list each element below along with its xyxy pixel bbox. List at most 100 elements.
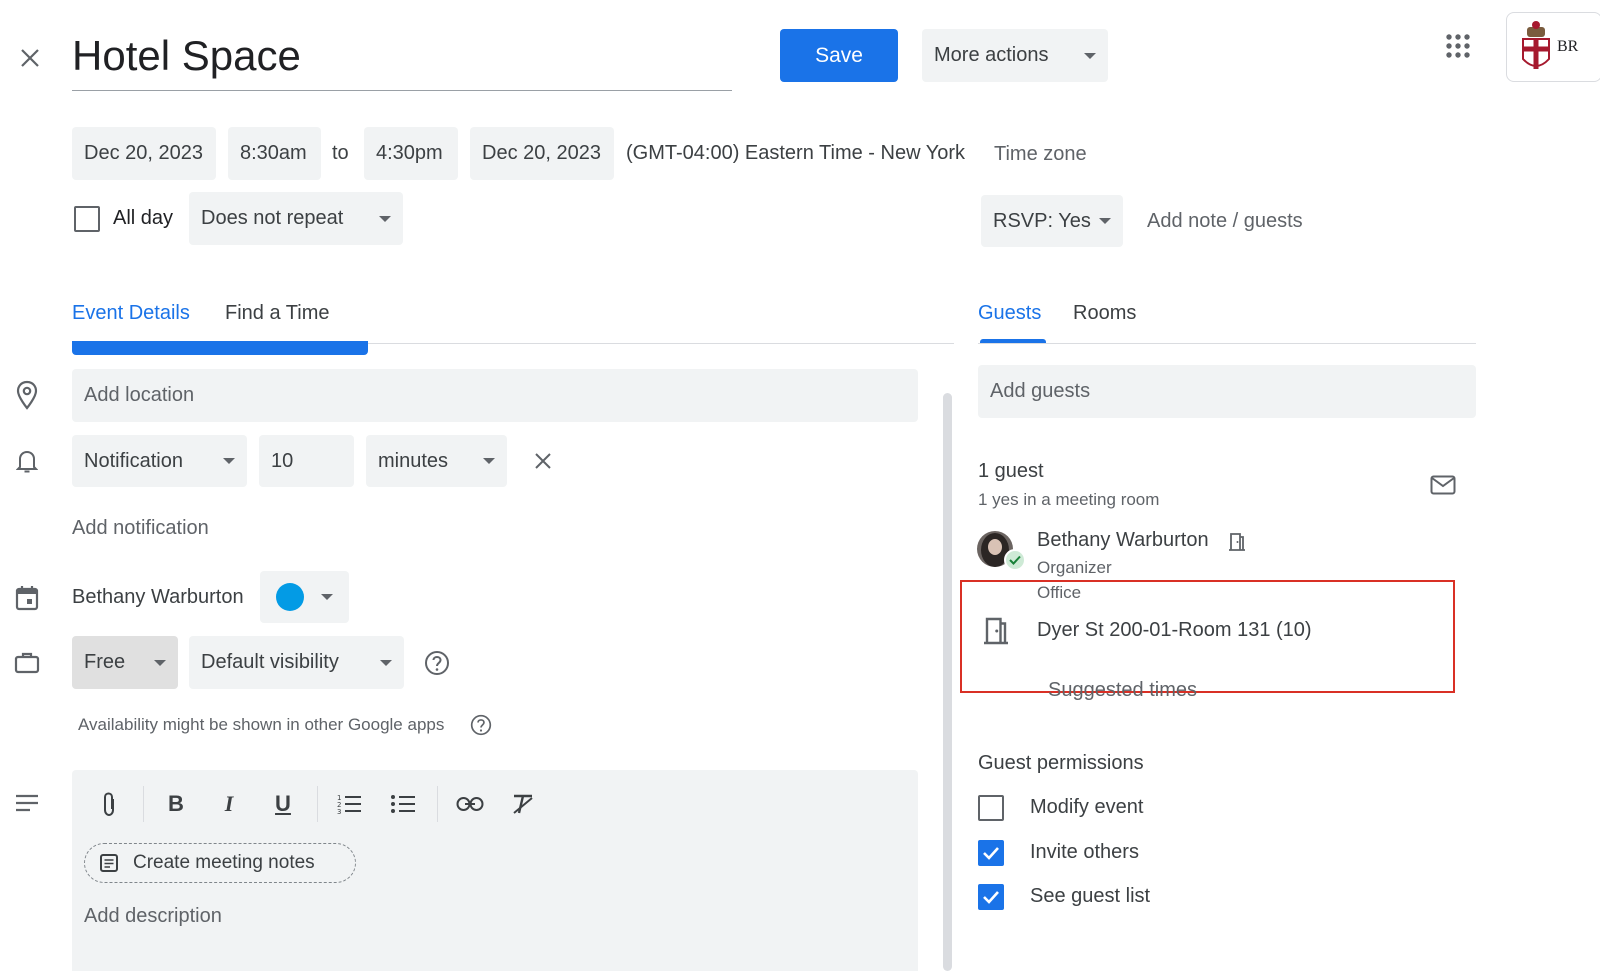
chevron-down-icon (1099, 218, 1111, 224)
room-name[interactable]: Dyer St 200-01-Room 131 (10) (1037, 619, 1312, 642)
tab-find-a-time[interactable]: Find a Time (225, 302, 329, 325)
right-tabs-divider (978, 343, 1476, 344)
checkmark-icon (983, 891, 999, 904)
attach-icon[interactable] (91, 786, 127, 822)
invite-others-checkbox[interactable] (978, 840, 1004, 866)
all-day-checkbox[interactable] (74, 206, 100, 232)
start-date-field[interactable]: Dec 20, 2023 (72, 127, 216, 180)
timezone-text: (GMT-04:00) Eastern Time - New York (626, 142, 966, 164)
guest-permissions-title: Guest permissions (978, 752, 1144, 774)
notification-unit-dropdown[interactable]: minutes (366, 435, 507, 487)
briefcase-icon (12, 648, 42, 678)
add-guests-input[interactable]: Add guests (978, 365, 1476, 418)
svg-text:3: 3 (337, 808, 341, 815)
toolbar-divider (317, 786, 318, 822)
chevron-down-icon (223, 458, 235, 464)
end-date-field[interactable]: Dec 20, 2023 (470, 127, 614, 180)
busy-status-value: Free (84, 651, 126, 673)
bold-icon[interactable]: B (158, 786, 194, 822)
chevron-down-icon (483, 458, 495, 464)
underline-icon[interactable]: U (265, 786, 301, 822)
clear-formatting-icon[interactable] (505, 786, 541, 822)
suggested-times-link[interactable]: Suggested times (1048, 679, 1197, 702)
close-icon[interactable] (14, 42, 46, 74)
apps-grid-icon[interactable] (1440, 28, 1476, 64)
account-label: BR (1557, 38, 1579, 55)
tab-event-details[interactable]: Event Details (72, 302, 190, 325)
calendar-icon (12, 583, 42, 613)
create-meeting-notes-label: Create meeting notes (133, 852, 315, 873)
tab-rooms[interactable]: Rooms (1073, 302, 1136, 325)
italic-icon[interactable]: I (211, 786, 247, 822)
notification-amount-value: 10 (271, 449, 294, 472)
event-color-dropdown[interactable] (260, 571, 349, 623)
chevron-down-icon (321, 594, 333, 600)
help-circle-icon[interactable] (468, 712, 494, 738)
event-title-input[interactable]: Hotel Space (72, 32, 301, 80)
notes-document-icon (100, 854, 118, 872)
chevron-down-icon (379, 215, 391, 222)
checkmark-icon (983, 847, 999, 860)
see-guest-list-label: See guest list (1030, 885, 1151, 907)
chevron-down-icon (154, 659, 166, 666)
bell-icon (12, 446, 42, 476)
link-icon[interactable] (452, 786, 488, 822)
scrollbar-thumb[interactable] (943, 393, 952, 971)
bulleted-list-icon[interactable] (385, 786, 421, 822)
location-input[interactable]: Add location (72, 369, 918, 422)
visibility-value: Default visibility (201, 651, 339, 673)
repeat-dropdown[interactable]: Does not repeat (189, 192, 403, 245)
guest-name[interactable]: Bethany Warburton (1037, 529, 1209, 552)
start-time-field[interactable]: 8:30am (228, 127, 321, 180)
notification-type-dropdown[interactable]: Notification (72, 435, 247, 487)
university-crest-icon (1522, 21, 1550, 69)
toolbar-divider (143, 786, 144, 822)
meeting-room-icon (979, 614, 1013, 648)
add-notification-link[interactable]: Add notification (72, 517, 209, 540)
guest-summary: 1 yes in a meeting room (978, 490, 1160, 509)
end-date-value: Dec 20, 2023 (482, 142, 601, 164)
more-actions-button[interactable]: More actions (922, 29, 1108, 82)
notification-unit-value: minutes (378, 449, 449, 472)
start-date-value: Dec 20, 2023 (84, 142, 203, 164)
rsvp-value: RSVP: Yes (993, 209, 1091, 232)
repeat-value: Does not repeat (201, 207, 344, 229)
notification-type-value: Notification (84, 449, 183, 472)
tab-guests[interactable]: Guests (978, 302, 1041, 325)
help-circle-icon[interactable] (422, 648, 452, 678)
modify-event-label: Modify event (1030, 796, 1144, 818)
chevron-down-icon (380, 659, 392, 666)
save-button[interactable]: Save (780, 29, 898, 82)
accepted-check-icon (1004, 549, 1026, 571)
save-button-label: Save (815, 43, 863, 67)
calendar-owner: Bethany Warburton (72, 586, 244, 608)
availability-note: Availability might be shown in other Goo… (78, 715, 445, 734)
rsvp-dropdown[interactable]: RSVP: Yes (981, 195, 1123, 247)
chevron-down-icon (1084, 52, 1096, 59)
start-time-value: 8:30am (240, 142, 307, 164)
end-time-value: 4:30pm (376, 142, 443, 164)
see-guest-list-checkbox[interactable] (978, 884, 1004, 910)
notification-amount-input[interactable]: 10 (259, 435, 354, 487)
busy-status-dropdown[interactable]: Free (72, 636, 178, 689)
title-underline (72, 90, 732, 91)
to-label: to (332, 142, 349, 164)
end-time-field[interactable]: 4:30pm (364, 127, 458, 180)
remove-notification-icon[interactable] (528, 446, 558, 476)
event-color-swatch (276, 583, 304, 611)
modify-event-checkbox[interactable] (978, 795, 1004, 821)
more-actions-label: More actions (934, 44, 1049, 66)
account-badge[interactable]: BR (1506, 12, 1600, 82)
invite-others-label: Invite others (1030, 841, 1139, 863)
meeting-room-icon (1225, 530, 1249, 554)
create-meeting-notes-button[interactable]: Create meeting notes (84, 843, 356, 883)
email-guests-icon[interactable] (1428, 470, 1458, 500)
add-note-guests-link[interactable]: Add note / guests (1147, 210, 1303, 233)
timezone-link[interactable]: Time zone (994, 143, 1087, 166)
add-guests-placeholder: Add guests (990, 380, 1091, 402)
numbered-list-icon[interactable]: 123 (331, 786, 367, 822)
visibility-dropdown[interactable]: Default visibility (189, 636, 404, 689)
avatar-face (988, 539, 1002, 555)
location-pin-icon (12, 378, 42, 412)
guest-count: 1 guest (978, 460, 1044, 482)
